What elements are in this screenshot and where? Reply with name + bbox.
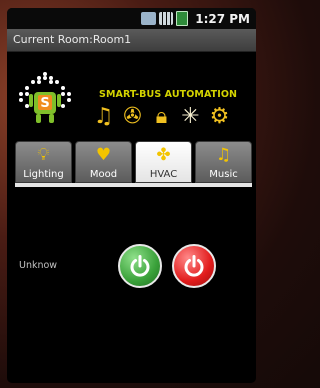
tab-underline bbox=[15, 183, 252, 187]
brand-title: SMART-BUS AUTOMATION bbox=[99, 89, 238, 100]
tab-lighting[interactable]: 💡︎ Lighting bbox=[15, 141, 72, 183]
power-icon bbox=[184, 255, 204, 277]
music-note-icon: ♫ bbox=[215, 145, 232, 165]
battery-icon bbox=[176, 11, 189, 26]
tab-hvac[interactable]: ✤ HVAC bbox=[135, 141, 192, 183]
lock-icon: 🔒︎ bbox=[155, 104, 168, 129]
window-title: Current Room:Room1 bbox=[13, 33, 132, 46]
power-off-button[interactable] bbox=[172, 244, 216, 288]
status-bar: 1:27 PM bbox=[7, 8, 256, 29]
power-on-button[interactable] bbox=[118, 244, 162, 288]
hvac-fan-icon: ✇ bbox=[123, 104, 142, 129]
network-icon bbox=[141, 12, 157, 25]
category-tabs: 💡︎ Lighting ♥ Mood ✤ HVAC ♫ Music bbox=[15, 141, 252, 183]
tab-label: Music bbox=[209, 169, 238, 180]
logo-letter: S bbox=[40, 96, 49, 111]
projector-icon: ⚙ bbox=[209, 104, 230, 129]
tab-music[interactable]: ♫ Music bbox=[195, 141, 252, 183]
signal-icon bbox=[159, 12, 174, 25]
app-screen: 1:27 PM Current Room:Room1 S SMART-BUS A… bbox=[7, 8, 256, 383]
light-burst-icon: ✳ bbox=[181, 104, 200, 129]
tab-label: Mood bbox=[89, 169, 118, 180]
bulb-icon: 💡︎ bbox=[37, 145, 50, 165]
heart-icon: ♥ bbox=[95, 145, 112, 165]
status-icons: 1:27 PM bbox=[141, 11, 250, 26]
tab-mood[interactable]: ♥ Mood bbox=[75, 141, 132, 183]
title-bar: Current Room:Room1 bbox=[7, 29, 256, 52]
feature-icons: ♫ ✇ 🔒︎ ✳ ⚙ bbox=[91, 104, 232, 130]
smart-bus-logo: S bbox=[19, 72, 71, 123]
tab-label: Lighting bbox=[23, 169, 64, 180]
device-label: Unknow bbox=[19, 260, 58, 271]
status-time: 1:27 PM bbox=[195, 11, 250, 26]
power-icon bbox=[130, 255, 150, 277]
tab-label: HVAC bbox=[149, 169, 178, 180]
fan-icon: ✤ bbox=[156, 145, 171, 165]
music-note-icon: ♫ bbox=[93, 104, 114, 129]
